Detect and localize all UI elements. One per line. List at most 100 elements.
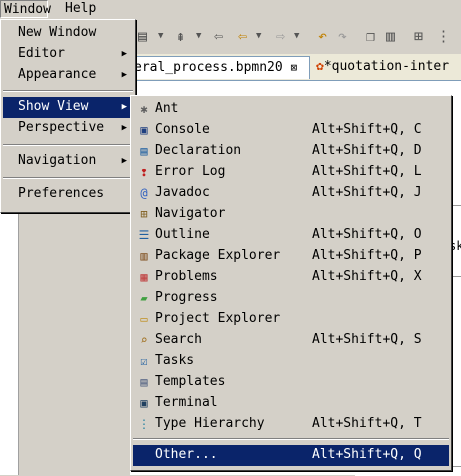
view-item-console[interactable]: ▣ Console Alt+Shift+Q, C	[133, 120, 449, 141]
view-item-search[interactable]: ⌕ Search Alt+Shift+Q, S	[133, 330, 449, 351]
submenu-arrow-icon: ▶	[121, 70, 127, 80]
window-menu: New Window Editor ▶ Appearance ▶ Show Vi…	[0, 19, 136, 213]
view-item-label: Progress	[155, 290, 218, 305]
undo-icon[interactable]: ↶	[318, 27, 327, 45]
navigator-icon: ⊞	[140, 207, 148, 221]
view-item-problems[interactable]: ▦ Problems Alt+Shift+Q, X	[133, 267, 449, 288]
copy-icon[interactable]: ❐	[366, 27, 375, 45]
view-item-accelerator: Alt+Shift+Q, P	[312, 248, 422, 263]
menu-item-show-view[interactable]: Show View ▶	[3, 97, 133, 118]
bpmn-icon: ✿	[316, 59, 324, 74]
menu-separator	[3, 144, 133, 146]
tab-quotation[interactable]: ✿*quotation-inter	[316, 56, 461, 79]
view-item-tasks[interactable]: ☑ Tasks	[133, 351, 449, 372]
dropdown-arrow-icon[interactable]: ▼	[158, 27, 163, 45]
submenu-arrow-icon: ▶	[121, 156, 127, 166]
view-item-declaration[interactable]: ▤ Declaration Alt+Shift+Q, D	[133, 141, 449, 162]
view-item-accelerator: Alt+Shift+Q, J	[312, 185, 422, 200]
view-item-ant[interactable]: ✱ Ant	[133, 99, 449, 120]
menu-window[interactable]: Window	[0, 0, 51, 18]
view-item-package-explorer[interactable]: ▥ Package Explorer Alt+Shift+Q, P	[133, 246, 449, 267]
templates-icon: ▤	[140, 375, 148, 389]
view-item-label: Terminal	[155, 395, 218, 410]
console-icon: ▣	[140, 123, 148, 137]
view-item-label: Other...	[155, 447, 218, 462]
declaration-icon: ▤	[140, 144, 148, 158]
menu-help[interactable]: Help	[62, 0, 99, 18]
view-item-label: Project Explorer	[155, 311, 281, 326]
tab-label: eral_process.bpmn20	[134, 60, 283, 75]
menu-item-navigation[interactable]: Navigation ▶	[3, 151, 133, 172]
submenu-arrow-icon: ▶	[121, 49, 127, 59]
paste-icon[interactable]: ▥	[386, 27, 395, 45]
left-panel	[0, 210, 19, 475]
view-item-label: Error Log	[155, 164, 226, 179]
view-item-terminal[interactable]: ▣ Terminal	[133, 393, 449, 414]
menu-item-editor[interactable]: Editor ▶	[3, 44, 133, 65]
menu-separator	[133, 438, 449, 440]
view-item-progress[interactable]: ▰ Progress	[133, 288, 449, 309]
view-item-label: Tasks	[155, 353, 195, 368]
view-item-project-explorer[interactable]: ▭ Project Explorer	[133, 309, 449, 330]
problems-icon: ▦	[140, 270, 148, 284]
view-item-type-hierarchy[interactable]: ⋮ Type Hierarchy Alt+Shift+Q, T	[133, 414, 449, 435]
structure-icon[interactable]: ⊞	[414, 27, 423, 45]
more-icon[interactable]: ⋮	[436, 27, 451, 45]
view-item-label: Problems	[155, 269, 218, 284]
view-item-javadoc[interactable]: @ Javadoc Alt+Shift+Q, J	[133, 183, 449, 204]
menu-bar: Window Help	[0, 0, 461, 19]
terminal-icon: ▣	[140, 396, 148, 410]
view-item-other[interactable]: Other... Alt+Shift+Q, Q	[133, 445, 449, 466]
menu-item-perspective[interactable]: Perspective ▶	[3, 118, 133, 139]
menu-item-new-window[interactable]: New Window	[3, 23, 133, 44]
view-item-label: Navigator	[155, 206, 226, 221]
dropdown-arrow-icon[interactable]: ▼	[256, 27, 261, 45]
view-item-label: Templates	[155, 374, 226, 389]
toolbar-new-icon[interactable]: ▤	[138, 27, 147, 45]
menu-item-preferences[interactable]: Preferences	[3, 184, 133, 205]
project-explorer-icon: ▭	[140, 312, 148, 326]
show-view-submenu: ✱ Ant ▣ Console Alt+Shift+Q, C ▤ Declaration Al…	[130, 95, 452, 471]
menu-separator	[3, 90, 133, 92]
view-item-accelerator: Alt+Shift+Q, O	[312, 227, 422, 242]
toolbar: ▤ ▼ ⇞ ▼ ⇦ ⇦ ▼ ⇨ ▼ ↶ ↷ ❐ ▥ ⊞ ⋮	[130, 20, 461, 55]
outline-icon: ☰	[138, 228, 150, 242]
error-log-icon: ❢	[140, 165, 148, 179]
view-item-label: Search	[155, 332, 202, 347]
tasks-icon: ☑	[140, 354, 148, 368]
view-item-accelerator: Alt+Shift+Q, T	[312, 416, 422, 431]
javadoc-icon: @	[140, 186, 148, 200]
view-item-accelerator: Alt+Shift+Q, C	[312, 122, 422, 137]
view-item-accelerator: Alt+Shift+Q, L	[312, 164, 422, 179]
toolbar-run-icon[interactable]: ⇞	[176, 27, 185, 45]
view-item-accelerator: Alt+Shift+Q, D	[312, 143, 422, 158]
view-item-label: Type Hierarchy	[155, 416, 265, 431]
view-item-accelerator: Alt+Shift+Q, X	[312, 269, 422, 284]
submenu-arrow-icon: ▶	[121, 102, 127, 112]
submenu-arrow-icon: ▶	[121, 123, 127, 133]
menu-separator	[3, 177, 133, 179]
view-item-error-log[interactable]: ❢ Error Log Alt+Shift+Q, L	[133, 162, 449, 183]
back-icon[interactable]: ⇦	[238, 27, 247, 45]
dropdown-arrow-icon[interactable]: ▼	[294, 27, 299, 45]
menu-item-appearance[interactable]: Appearance ▶	[3, 65, 133, 86]
forward-icon[interactable]: ⇨	[276, 27, 285, 45]
editor-tab-bar: eral_process.bpmn20 ⊠ ✿*quotation-inter	[130, 54, 461, 81]
redo-icon[interactable]: ↷	[338, 27, 347, 45]
progress-icon: ▰	[140, 291, 148, 305]
package-explorer-icon: ▥	[140, 249, 148, 263]
last-edit-icon[interactable]: ⇦	[214, 27, 223, 45]
view-item-accelerator: Alt+Shift+Q, S	[312, 332, 422, 347]
tab-general-process[interactable]: eral_process.bpmn20 ⊠	[130, 56, 310, 79]
view-item-label: Package Explorer	[155, 248, 281, 263]
search-icon: ⌕	[140, 333, 148, 347]
view-item-navigator[interactable]: ⊞ Navigator	[133, 204, 449, 225]
view-item-templates[interactable]: ▤ Templates	[133, 372, 449, 393]
close-icon[interactable]: ⊠	[291, 61, 298, 74]
dropdown-arrow-icon[interactable]: ▼	[196, 27, 201, 45]
type-hierarchy-icon: ⋮	[138, 417, 150, 431]
view-item-label: Console	[155, 122, 210, 137]
view-item-label: Ant	[155, 101, 179, 116]
ant-icon: ✱	[140, 102, 148, 116]
view-item-outline[interactable]: ☰ Outline Alt+Shift+Q, O	[133, 225, 449, 246]
